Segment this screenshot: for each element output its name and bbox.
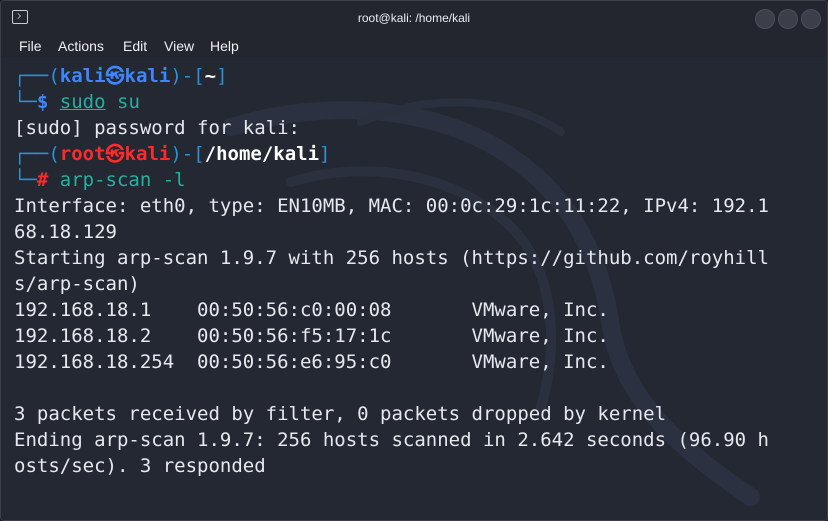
- prompt-corner: └─: [14, 169, 37, 191]
- prompt-bracket: ┌──(: [14, 143, 60, 165]
- menu-help[interactable]: Help: [210, 38, 239, 54]
- menu-actions[interactable]: Actions: [58, 38, 104, 54]
- output-line: Starting arp-scan 1.9.7 with 256 hosts (…: [14, 247, 769, 269]
- prompt-user: kali: [59, 65, 106, 87]
- host-result-line: 192.168.18.1 00:50:56:c0:00:08 VMware, I…: [14, 299, 609, 321]
- output-line: 68.18.129: [14, 221, 117, 243]
- prompt-symbol: $: [36, 91, 49, 113]
- command-text: su: [105, 91, 140, 113]
- output-line: osts/sec). 3 responded: [14, 455, 266, 477]
- prompt-bracket: )-[: [170, 65, 205, 87]
- prompt-path: ~: [204, 65, 217, 87]
- output-line: Interface: eth0, type: EN10MB, MAC: 00:0…: [14, 195, 769, 217]
- prompt-bracket: )-[: [170, 143, 205, 165]
- command-text: sudo: [59, 91, 106, 113]
- title-bar: root@kali: /home/kali: [1, 1, 827, 35]
- maximize-button[interactable]: [778, 9, 798, 29]
- minimize-button[interactable]: [755, 9, 775, 29]
- output-line: Ending arp-scan 1.9.7: 256 hosts scanned…: [14, 429, 769, 451]
- prompt-bracket: ]: [216, 65, 228, 87]
- skull-icon: ㉿: [105, 143, 125, 165]
- sudo-password-line: [sudo] password for kali:: [14, 117, 300, 139]
- output-line: 3 packets received by filter, 0 packets …: [14, 403, 667, 425]
- window-title: root@kali: /home/kali: [357, 11, 471, 25]
- prompt-bracket: ┌──(: [14, 65, 60, 87]
- command-line-1: └─$ sudo su: [14, 89, 140, 115]
- menu-bar: File Actions Edit View Help: [1, 35, 827, 57]
- prompt-host: kali: [124, 143, 171, 165]
- host-result-line: 192.168.18.2 00:50:56:f5:17:1c VMware, I…: [14, 325, 609, 347]
- menu-view[interactable]: View: [164, 38, 194, 54]
- prompt-bracket: ]: [319, 143, 331, 165]
- prompt-line-2: ┌──(root㉿kali)-[/home/kali]: [14, 141, 330, 167]
- terminal-window: root@kali: /home/kali File Actions Edit …: [0, 0, 828, 521]
- terminal-output-area[interactable]: ┌──(kali㉿kali)-[~] └─$ sudo su [sudo] pa…: [1, 57, 827, 520]
- skull-icon: ㉿: [105, 65, 125, 87]
- command-line-2: └─# arp-scan -l: [14, 167, 186, 193]
- close-button[interactable]: [801, 9, 821, 29]
- menu-edit[interactable]: Edit: [123, 38, 147, 54]
- host-result-line: 192.168.18.254 00:50:56:e6:95:c0 VMware,…: [14, 351, 609, 373]
- prompt-line-1: ┌──(kali㉿kali)-[~]: [14, 63, 228, 89]
- prompt-corner: └─: [14, 91, 37, 113]
- prompt-symbol: #: [36, 169, 49, 191]
- command-text: arp-scan -l: [48, 169, 186, 191]
- prompt-user: root: [59, 143, 106, 165]
- menu-file[interactable]: File: [19, 38, 42, 54]
- output-line: s/arp-scan): [14, 273, 140, 295]
- prompt-path: /home/kali: [204, 143, 320, 165]
- prompt-host: kali: [124, 65, 171, 87]
